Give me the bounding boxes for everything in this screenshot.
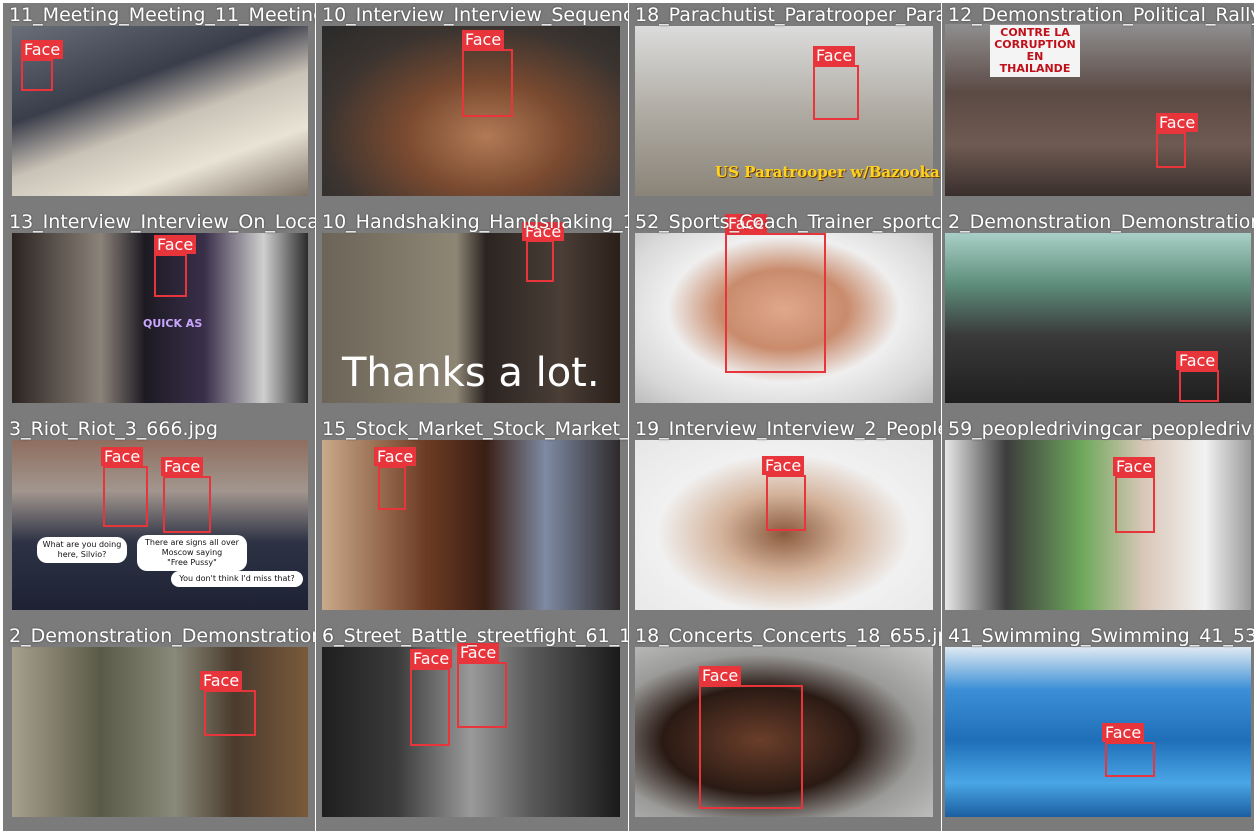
tile-demonstration-rally: CONTRE LA CORRUPTION EN THAILANDE 12_Dem…	[942, 3, 1254, 210]
photo-swimming	[945, 647, 1251, 817]
tile-swimming: 41_Swimming_Swimming_41_53 Face	[942, 624, 1254, 831]
tile-paratrooper: 18_Parachutist_Paratrooper_Parachutist_1…	[629, 3, 941, 210]
banner-text: US Paratrooper w/Bazooka	[715, 163, 940, 181]
face-label: Face	[21, 40, 64, 59]
face-box	[410, 668, 450, 746]
face-box	[766, 475, 806, 531]
tile-concerts: 18_Concerts_Concerts_18_655.jpg Face	[629, 624, 941, 831]
face-label: Face	[1156, 113, 1199, 132]
tile-filename: 6_Street_Battle_streetfight_61_178.jpg	[322, 625, 628, 647]
face-label: Face	[101, 447, 144, 466]
face-label: Face	[410, 649, 453, 668]
face-box	[204, 690, 256, 736]
caption-text: Thanks a lot.	[342, 350, 600, 396]
face-label: Face	[154, 235, 197, 254]
face-box	[163, 476, 211, 533]
face-box	[1156, 132, 1186, 168]
tile-filename: 10_Handshaking_Handshaking_1_552	[322, 211, 628, 233]
photo-driving-car	[945, 440, 1251, 610]
speech-bubble: What are you doing here, Silvio?	[37, 537, 127, 563]
face-box	[21, 59, 53, 91]
tile-demonstration-2: 2_Demonstration_Demonstration_Or_Protest…	[942, 210, 1254, 417]
tile-filename: 15_Stock_Market_Stock_Market_15_884	[322, 418, 628, 440]
tile-filename: 3_Riot_Riot_3_666.jpg	[9, 418, 218, 440]
tile-handshaking: Thanks a lot. 10_Handshaking_Handshaking…	[316, 210, 628, 417]
face-box	[699, 685, 803, 809]
face-box	[813, 65, 859, 120]
face-label: Face	[374, 447, 417, 466]
face-box	[1115, 476, 1155, 533]
photo-demonstration-protest	[12, 647, 308, 817]
face-box	[462, 49, 513, 117]
face-label: Face	[762, 456, 805, 475]
face-label: Face	[200, 671, 243, 690]
tile-sports-coach: 52_Sports_Coach_Trainer_sportcoaching_55…	[629, 210, 941, 417]
tile-filename: 19_Interview_Interview_2_People_Visible	[635, 418, 941, 440]
tile-filename: 11_Meeting_Meeting_11_Meeting_Meeting_11	[9, 4, 315, 26]
face-box	[725, 233, 826, 373]
tile-filename: 18_Parachutist_Paratrooper_Parachutist_1	[635, 4, 941, 26]
photo-stock-market	[322, 440, 620, 610]
speech-bubble: There are signs all over Moscow saying "…	[137, 535, 247, 571]
tile-filename: 18_Concerts_Concerts_18_655.jpg	[635, 625, 941, 647]
face-label: Face	[699, 666, 742, 685]
face-box	[457, 662, 507, 728]
face-label: Face	[462, 30, 505, 49]
tile-riot: What are you doing here, Silvio? There a…	[3, 417, 315, 624]
tile-filename: 59_peopledrivingcar_peopledrivingcar	[948, 418, 1254, 440]
tile-filename: 12_Demonstration_Political_Rally_	[948, 4, 1254, 26]
face-box	[1179, 370, 1219, 402]
tile-filename: 2_Demonstration_Demonstration_Or_Protest	[9, 625, 315, 647]
tile-demonstration-protest: 2_Demonstration_Demonstration_Or_Protest…	[3, 624, 315, 831]
tile-interview-people: 19_Interview_Interview_2_People_Visible …	[629, 417, 941, 624]
speech-bubble: You don't think I'd miss that?	[171, 571, 303, 587]
tile-filename: 10_Interview_Interview_Sequences_1_Parat…	[322, 4, 628, 26]
face-label: Face	[813, 46, 856, 65]
tile-interview-location: QUICK AS 13_Interview_Interview_On_Locat…	[3, 210, 315, 417]
tile-stock-market: 15_Stock_Market_Stock_Market_15_884 Face	[316, 417, 628, 624]
tile-street-battle: 6_Street_Battle_streetfight_61_178.jpg F…	[316, 624, 628, 831]
face-label: Face	[161, 457, 204, 476]
tile-filename: 41_Swimming_Swimming_41_53	[948, 625, 1254, 647]
face-box	[1105, 742, 1155, 777]
face-box	[526, 240, 554, 282]
face-box	[103, 466, 148, 527]
tile-interview: 10_Interview_Interview_Sequences_1_Parat…	[316, 3, 628, 210]
tile-meeting: 11_Meeting_Meeting_11_Meeting_Meeting_11…	[3, 3, 315, 210]
tile-filename: 2_Demonstration_Demonstration_Or_Protest	[948, 211, 1254, 233]
face-box	[378, 466, 406, 510]
tile-driving-car: 59_peopledrivingcar_peopledrivingcar Fac…	[942, 417, 1254, 624]
shirt-text: QUICK AS	[143, 317, 203, 330]
face-label: Face	[1113, 457, 1156, 476]
protest-sign: CONTRE LA CORRUPTION EN THAILANDE	[990, 25, 1080, 77]
tile-filename: 13_Interview_Interview_On_Location_13_96	[9, 211, 315, 233]
face-box	[154, 254, 187, 297]
image-grid: 11_Meeting_Meeting_11_Meeting_Meeting_11…	[0, 0, 1255, 831]
face-label: Face	[1176, 351, 1219, 370]
tile-filename: 52_Sports_Coach_Trainer_sportcoaching_55	[635, 211, 941, 233]
face-label: Face	[1102, 723, 1145, 742]
